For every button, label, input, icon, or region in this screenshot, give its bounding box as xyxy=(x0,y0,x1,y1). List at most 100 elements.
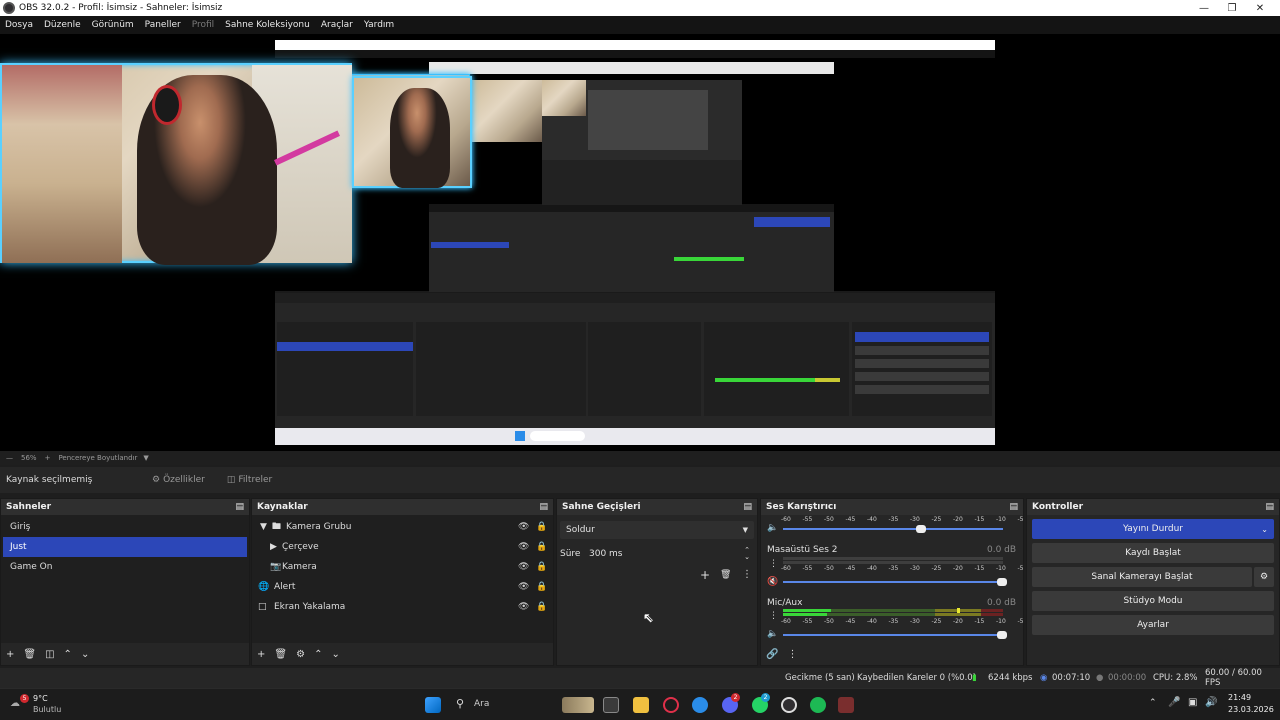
transition-select[interactable]: Soldur ▼ xyxy=(560,521,754,539)
spin-arrows-icon[interactable]: ⌃ ⌄ xyxy=(744,547,750,561)
cpu-usage: CPU: 2.8% xyxy=(1153,673,1198,683)
remove-source-icon[interactable]: 🗑 xyxy=(274,649,287,660)
scenes-title: Sahneler xyxy=(6,502,52,512)
folder-icon: 🖿 xyxy=(272,522,282,532)
webcam-frame-2 xyxy=(352,76,472,188)
source-item-ekran-yakalama[interactable]: □ Ekran Yakalama 👁 🔒 xyxy=(252,597,553,617)
dock-float-icon[interactable]: ▤ xyxy=(539,502,548,512)
source-settings-icon[interactable]: ⚙ xyxy=(296,649,305,660)
whatsapp-icon[interactable]: 2 xyxy=(752,693,770,713)
more-options-icon[interactable]: ⋮ xyxy=(742,569,752,580)
volume-slider[interactable] xyxy=(783,528,1003,530)
volume-slider-handle[interactable] xyxy=(997,578,1007,586)
app-icon[interactable] xyxy=(692,697,708,713)
menu-paneller[interactable]: Paneller xyxy=(145,20,181,30)
menu-sahne-koleksiyonu[interactable]: Sahne Koleksiyonu xyxy=(225,20,310,30)
windows-start-icon[interactable] xyxy=(425,697,441,713)
nested-docks xyxy=(275,318,995,428)
menu-duzenle[interactable]: Düzenle xyxy=(44,20,81,30)
more-options-icon[interactable]: ⋮ xyxy=(769,559,778,569)
studio-mode-button[interactable]: Stüdyo Modu xyxy=(1032,591,1274,611)
dock-float-icon[interactable]: ▤ xyxy=(1009,502,1018,512)
speaker-icon[interactable]: 🔈 xyxy=(767,629,778,639)
file-explorer-icon[interactable] xyxy=(633,697,649,713)
stop-streaming-button[interactable]: Yayını Durdur ⌄ xyxy=(1032,519,1274,539)
chevron-down-icon[interactable]: ⌄ xyxy=(1261,525,1268,534)
source-item-kamera-grubu[interactable]: ▼ 🖿 Kamera Grubu 👁 🔒 xyxy=(252,517,553,537)
add-source-icon[interactable]: + xyxy=(257,649,265,660)
zoom-mode[interactable]: Pencereye Boyutlandır xyxy=(58,454,137,462)
zoom-plus-icon[interactable]: + xyxy=(45,454,51,462)
app-icon-red[interactable] xyxy=(838,697,854,713)
menu-profil[interactable]: Profil xyxy=(192,20,214,30)
weather-widget[interactable]: 5 ☁ xyxy=(10,694,30,714)
volume-slider-handle[interactable] xyxy=(997,631,1007,639)
search-box[interactable]: Ara xyxy=(474,699,489,709)
scene-item-game-on[interactable]: Game On xyxy=(3,557,247,577)
remove-transition-icon[interactable]: 🗑 xyxy=(720,570,731,580)
start-recording-button[interactable]: Kaydı Başlat xyxy=(1032,543,1274,563)
chevron-up-icon[interactable]: ⌃ xyxy=(1149,698,1157,708)
duration-spinbox[interactable]: 300 ms ⌃ ⌄ xyxy=(585,545,754,563)
dock-float-icon[interactable]: ▤ xyxy=(235,502,244,512)
remove-scene-icon[interactable]: 🗑 xyxy=(23,649,36,660)
start-virtual-camera-button[interactable]: Sanal Kamerayı Başlat xyxy=(1032,567,1252,587)
muted-speaker-icon[interactable]: 🔇 xyxy=(767,577,778,587)
settings-button[interactable]: Ayarlar xyxy=(1032,615,1274,635)
move-up-icon[interactable]: ⌃ xyxy=(64,649,72,660)
more-options-icon[interactable]: ⋮ xyxy=(787,649,797,660)
link-icon[interactable]: 🔗 xyxy=(766,649,778,660)
lock-icon[interactable]: 🔒 xyxy=(536,522,547,532)
speaker-icon[interactable]: 🔈 xyxy=(767,523,778,533)
volume-slider-handle[interactable] xyxy=(916,525,926,533)
obs-taskbar-icon[interactable] xyxy=(781,697,797,713)
source-item-kamera[interactable]: 📷 Kamera 👁 🔒 xyxy=(252,557,553,577)
dock-float-icon[interactable]: ▤ xyxy=(1265,502,1274,512)
lock-icon[interactable]: 🔒 xyxy=(536,562,547,572)
scene-item-just[interactable]: Just xyxy=(3,537,247,557)
close-icon[interactable]: ✕ xyxy=(1244,0,1276,16)
volume-slider[interactable] xyxy=(783,634,1003,636)
visibility-eye-icon[interactable]: 👁 xyxy=(518,522,529,532)
clock-time[interactable]: 21:49 xyxy=(1228,693,1251,702)
lock-icon[interactable]: 🔒 xyxy=(536,542,547,552)
discord-icon[interactable]: 2 xyxy=(722,693,740,713)
scene-item-giris[interactable]: Giriş xyxy=(3,517,247,537)
source-item-alert[interactable]: 🌐 Alert 👁 🔒 xyxy=(252,577,553,597)
visibility-eye-icon[interactable]: 👁 xyxy=(518,542,529,552)
add-transition-icon[interactable]: + xyxy=(700,568,710,582)
network-icon[interactable]: ▣ xyxy=(1188,697,1197,708)
opera-icon[interactable] xyxy=(663,697,679,713)
properties-button[interactable]: ⚙ Özellikler xyxy=(152,475,205,485)
widgets-icon[interactable] xyxy=(562,697,594,713)
scene-filters-icon[interactable]: ◫ xyxy=(45,649,54,660)
source-item-cerceve[interactable]: ▶ Çerçeve 👁 🔒 xyxy=(252,537,553,557)
filters-button[interactable]: ◫ Filtreler xyxy=(227,475,272,485)
microphone-icon[interactable]: 🎤 xyxy=(1168,697,1180,708)
visibility-eye-icon[interactable]: 👁 xyxy=(518,582,529,592)
menu-araclar[interactable]: Araçlar xyxy=(321,20,353,30)
add-scene-icon[interactable]: + xyxy=(6,649,14,660)
visibility-eye-icon[interactable]: 👁 xyxy=(518,602,529,612)
volume-slider[interactable] xyxy=(783,581,1003,583)
menu-gorunum[interactable]: Görünüm xyxy=(92,20,134,30)
spotify-icon[interactable] xyxy=(810,697,826,713)
lock-icon[interactable]: 🔒 xyxy=(536,582,547,592)
clock-date[interactable]: 23.03.2026 xyxy=(1228,705,1274,714)
move-down-icon[interactable]: ⌄ xyxy=(81,649,89,660)
gear-icon[interactable]: ⚙ xyxy=(1254,567,1274,587)
task-view-icon[interactable] xyxy=(603,697,619,713)
visibility-eye-icon[interactable]: 👁 xyxy=(518,562,529,572)
volume-icon[interactable]: 🔊 xyxy=(1205,697,1217,708)
chevron-down-icon[interactable]: ▼ xyxy=(260,522,272,532)
zoom-minus-icon[interactable]: — xyxy=(6,454,13,462)
menu-yardim[interactable]: Yardım xyxy=(364,20,394,30)
move-up-icon[interactable]: ⌃ xyxy=(314,649,322,660)
search-icon[interactable]: ⚲ xyxy=(456,697,464,710)
more-options-icon[interactable]: ⋮ xyxy=(769,611,778,621)
move-down-icon[interactable]: ⌄ xyxy=(331,649,339,660)
menu-dosya[interactable]: Dosya xyxy=(5,20,33,30)
chevron-down-icon[interactable]: ▼ xyxy=(143,454,148,462)
dock-float-icon[interactable]: ▤ xyxy=(743,502,752,512)
lock-icon[interactable]: 🔒 xyxy=(536,602,547,612)
